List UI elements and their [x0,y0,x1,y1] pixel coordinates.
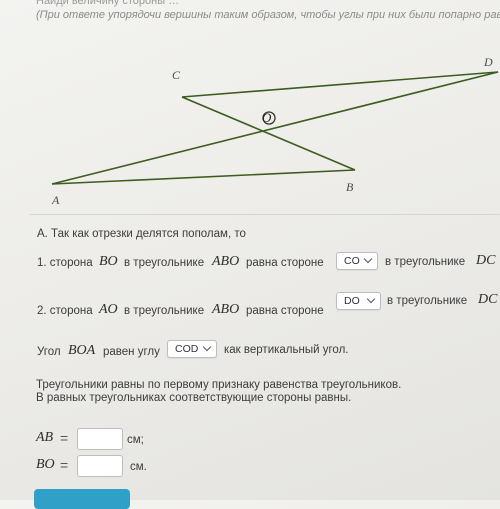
chevron-down-icon [366,294,376,304]
line1-tri1: ABO [212,254,240,269]
label-c: C [172,68,181,82]
section-divider [30,214,500,215]
task-hint: (При ответе упорядочи вершины таким обра… [36,9,500,21]
line1-prefix: 1. сторона [37,257,93,269]
solution-intro: А. Так как отрезки делятся пополам, то [37,228,246,240]
line2-select-value: DO [344,295,360,307]
answer-bo-unit: см. [130,461,147,473]
line2-tri2: DC [478,292,498,307]
line1-eq: равна стороне [246,257,324,269]
geometry-figure: C D O A B [51,55,499,207]
answer-ab-eq: = [60,430,69,446]
answer-ab-label: AB [36,430,54,445]
answer-ab-unit: см; [127,434,144,446]
angle-select-value: COD [175,343,199,355]
answer-bo-eq: = [60,457,69,473]
line2-seg: AO [99,302,118,317]
line2-tri1: ABO [212,302,240,317]
label-o: O [262,110,272,125]
line1-mid: в треугольнике [124,257,205,269]
line2-eq: равна стороне [246,305,324,317]
angle-prefix: Угол [37,346,61,358]
line2-side-select[interactable]: DO [336,292,381,310]
line1-tri2: DC [476,253,496,268]
line1-seg: BO [99,254,118,269]
answer-ab-input[interactable] [77,428,123,450]
angle-mid: равен углу [103,346,160,358]
angle-select[interactable]: COD [167,340,217,358]
line2-prefix: 2. сторона [37,305,93,317]
line1-suffix: в треугольнике [385,256,466,268]
task-header: Найди величину стороны … (При ответе упо… [36,0,500,22]
conclusion-line2: В равных треугольниках соответствующие с… [36,392,352,404]
submit-button[interactable] [34,489,130,509]
segment-cb [181,96,356,171]
angle-suffix: как вертикальный угол. [224,344,349,356]
label-b: B [346,180,354,194]
conclusion-line1: Треугольники равны по первому признаку р… [36,379,402,391]
task-question: Найди величину стороны … [36,0,180,7]
segment-ad [51,71,499,185]
line1-side-select[interactable]: CO [336,252,378,270]
label-a: A [51,193,60,207]
answer-bo-label: BO [36,457,55,472]
line1-select-value: CO [344,255,360,267]
label-d: D [483,55,493,69]
chevron-down-icon [363,254,373,264]
answer-bo-input[interactable] [77,455,123,477]
chevron-down-icon [202,342,212,352]
angle-name: BOA [68,343,96,358]
line2-suffix: в треугольнике [387,295,468,307]
line2-mid: в треугольнике [124,305,205,317]
